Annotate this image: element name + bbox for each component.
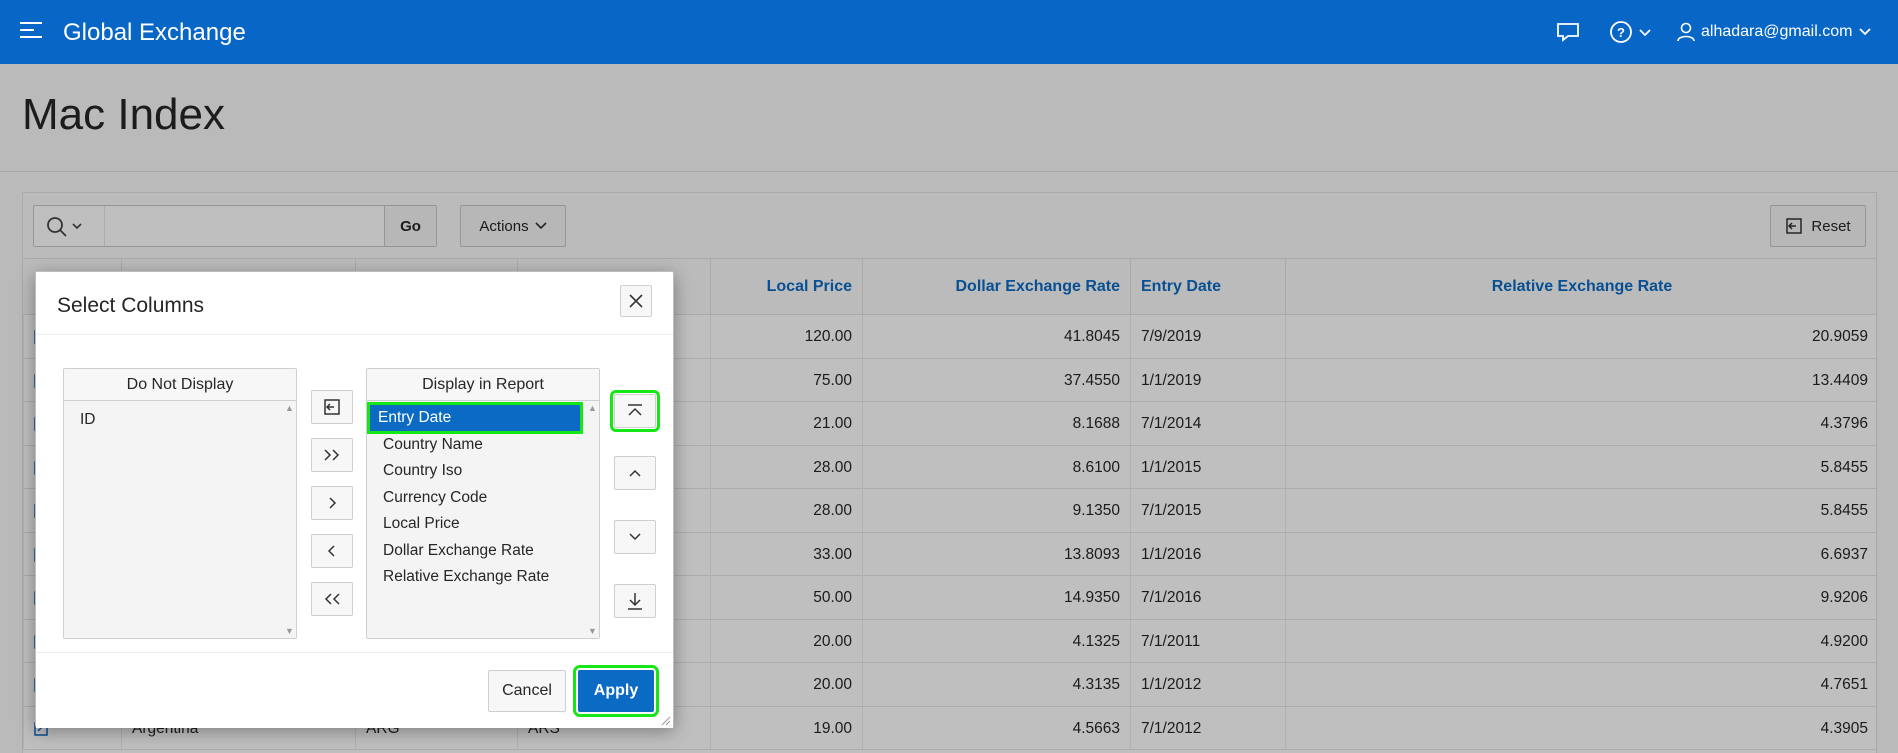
chevron-up-icon [629, 469, 641, 477]
display-in-report-header: Display in Report [367, 369, 599, 401]
move-bottom-icon [628, 593, 642, 610]
scrollbar[interactable]: ▲ ▼ [282, 401, 296, 638]
list-item[interactable]: ID [72, 407, 104, 433]
list-item[interactable]: Relative Exchange Rate [375, 564, 557, 590]
chevron-left-icon [327, 545, 335, 557]
chat-icon[interactable] [1555, 20, 1581, 44]
list-item[interactable]: Dollar Exchange Rate [375, 538, 542, 564]
move-bottom-button[interactable] [614, 584, 656, 618]
double-chevron-left-icon [324, 593, 340, 605]
reset-columns-button[interactable] [311, 390, 353, 424]
svg-text:?: ? [1617, 25, 1625, 40]
dialog-body: Do Not Display ID ▲ ▼ Display in Report … [36, 335, 673, 652]
move-right-button[interactable] [311, 486, 353, 520]
close-button[interactable] [620, 285, 652, 317]
move-all-right-button[interactable] [311, 438, 353, 472]
move-left-button[interactable] [311, 534, 353, 568]
list-item-selected[interactable]: Entry Date [367, 402, 583, 434]
list-item[interactable]: Local Price [375, 511, 468, 537]
scroll-up-icon[interactable]: ▲ [588, 403, 597, 413]
move-top-button[interactable] [610, 390, 660, 432]
user-menu[interactable]: alhadara@gmail.com [1677, 19, 1872, 45]
apply-button[interactable]: Apply [573, 665, 659, 717]
select-columns-dialog: Select Columns Do Not Display ID ▲ ▼ Dis… [35, 271, 674, 728]
move-up-button[interactable] [614, 456, 656, 490]
display-in-report-list: Display in Report Entry Date Country Nam… [366, 368, 600, 639]
menu-icon[interactable] [20, 22, 44, 42]
move-down-button[interactable] [614, 520, 656, 554]
scroll-up-icon[interactable]: ▲ [285, 403, 294, 413]
move-top-icon [628, 404, 642, 416]
list-item[interactable]: Country Iso [375, 458, 470, 484]
do-not-display-list: Do Not Display ID ▲ ▼ [63, 368, 297, 639]
top-navigation-bar: Global Exchange ? alhadara@gmail.com [0, 0, 1898, 64]
app-title[interactable]: Global Exchange [63, 19, 246, 47]
do-not-display-header: Do Not Display [64, 369, 296, 401]
dialog-footer: Cancel Apply [36, 652, 673, 728]
help-menu[interactable]: ? [1609, 19, 1657, 45]
display-in-report-options[interactable]: Entry Date Country Name Country Iso Curr… [367, 401, 599, 638]
chevron-down-icon [1859, 28, 1872, 36]
do-not-display-options[interactable]: ID ▲ ▼ [64, 401, 296, 638]
double-chevron-right-icon [324, 449, 340, 461]
dialog-title: Select Columns [57, 294, 205, 317]
scroll-down-icon[interactable]: ▼ [588, 626, 597, 636]
reset-icon [324, 399, 340, 415]
move-all-left-button[interactable] [311, 582, 353, 616]
close-icon [629, 294, 643, 308]
resize-handle-icon[interactable] [661, 716, 671, 726]
chevron-down-icon [629, 533, 641, 541]
chevron-right-icon [329, 497, 337, 509]
list-item[interactable]: Currency Code [375, 485, 495, 511]
user-email: alhadara@gmail.com [1701, 23, 1853, 40]
scroll-down-icon[interactable]: ▼ [285, 626, 294, 636]
cancel-button[interactable]: Cancel [488, 670, 566, 712]
user-icon [1677, 22, 1695, 42]
list-item[interactable]: Country Name [375, 432, 491, 458]
scrollbar[interactable]: ▲ ▼ [585, 401, 599, 638]
